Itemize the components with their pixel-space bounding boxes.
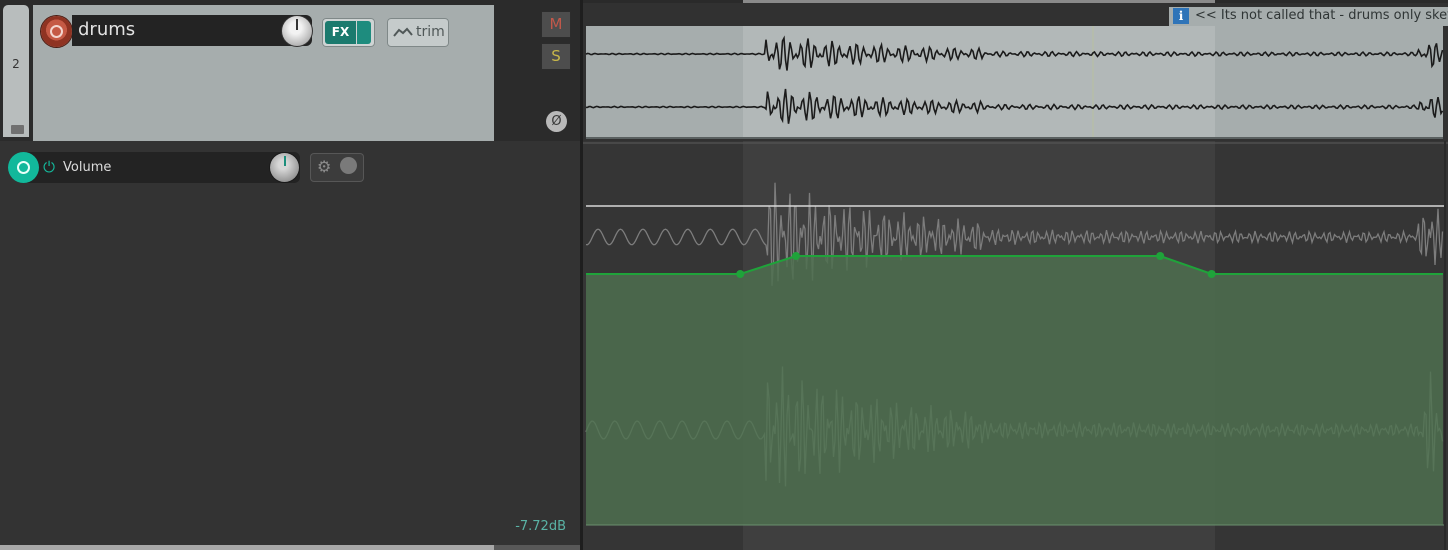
trim-label: trim bbox=[416, 24, 445, 40]
mute-button[interactable]: M bbox=[541, 11, 571, 38]
envelope-point-2[interactable] bbox=[791, 252, 800, 260]
track-number-strip[interactable]: 2 bbox=[3, 5, 29, 137]
info-icon[interactable]: i bbox=[1173, 8, 1189, 24]
fx-label: FX bbox=[325, 21, 356, 44]
record-arm-button[interactable] bbox=[41, 16, 72, 47]
item-time-selection bbox=[743, 26, 1215, 138]
track-volume-knob[interactable] bbox=[282, 16, 312, 46]
phase-invert-button[interactable]: Ø bbox=[546, 111, 567, 132]
reaper-window: 2 drums FX trim M S Ø ⏻ Volume ⚙ -7.72dB… bbox=[0, 0, 1448, 550]
time-selection-top bbox=[743, 0, 1215, 3]
envelope-point-3[interactable] bbox=[1156, 252, 1165, 260]
track-number: 2 bbox=[12, 57, 20, 71]
envelope-value-readout: -7.72dB bbox=[515, 519, 566, 534]
trim-button[interactable]: trim bbox=[387, 18, 449, 47]
envelope-arm-button[interactable] bbox=[8, 152, 39, 183]
track-control-panel: 2 drums FX trim M S Ø ⏻ Volume ⚙ -7.72dB bbox=[0, 0, 583, 550]
envelope-mode-icon bbox=[340, 157, 357, 174]
solo-button[interactable]: S bbox=[541, 43, 571, 70]
gear-icon: ⚙ bbox=[317, 157, 332, 176]
envelope-point-4[interactable] bbox=[1207, 270, 1216, 278]
envelope-knob[interactable] bbox=[270, 153, 299, 182]
fx-bypass-toggle[interactable] bbox=[357, 21, 371, 44]
folder-icon[interactable] bbox=[11, 125, 24, 134]
envelope-name: Volume bbox=[63, 160, 112, 175]
envelope-lane-panel[interactable] bbox=[0, 141, 583, 550]
scrollbar-thumb[interactable] bbox=[0, 545, 494, 550]
arrange-view[interactable]: i << Its not called that - drums only sk… bbox=[583, 0, 1448, 550]
envelope-fill bbox=[586, 256, 1443, 525]
power-icon[interactable]: ⏻ bbox=[40, 158, 58, 176]
track-name: drums bbox=[78, 19, 136, 40]
fx-button[interactable]: FX bbox=[322, 18, 375, 47]
envelope-icon bbox=[393, 27, 413, 37]
arrange-canvas[interactable] bbox=[583, 0, 1448, 550]
envelope-settings-button[interactable]: ⚙ bbox=[310, 153, 364, 182]
take-name: << Its not called that - drums only sket… bbox=[1195, 8, 1448, 23]
envelope-point-1[interactable] bbox=[736, 270, 745, 278]
